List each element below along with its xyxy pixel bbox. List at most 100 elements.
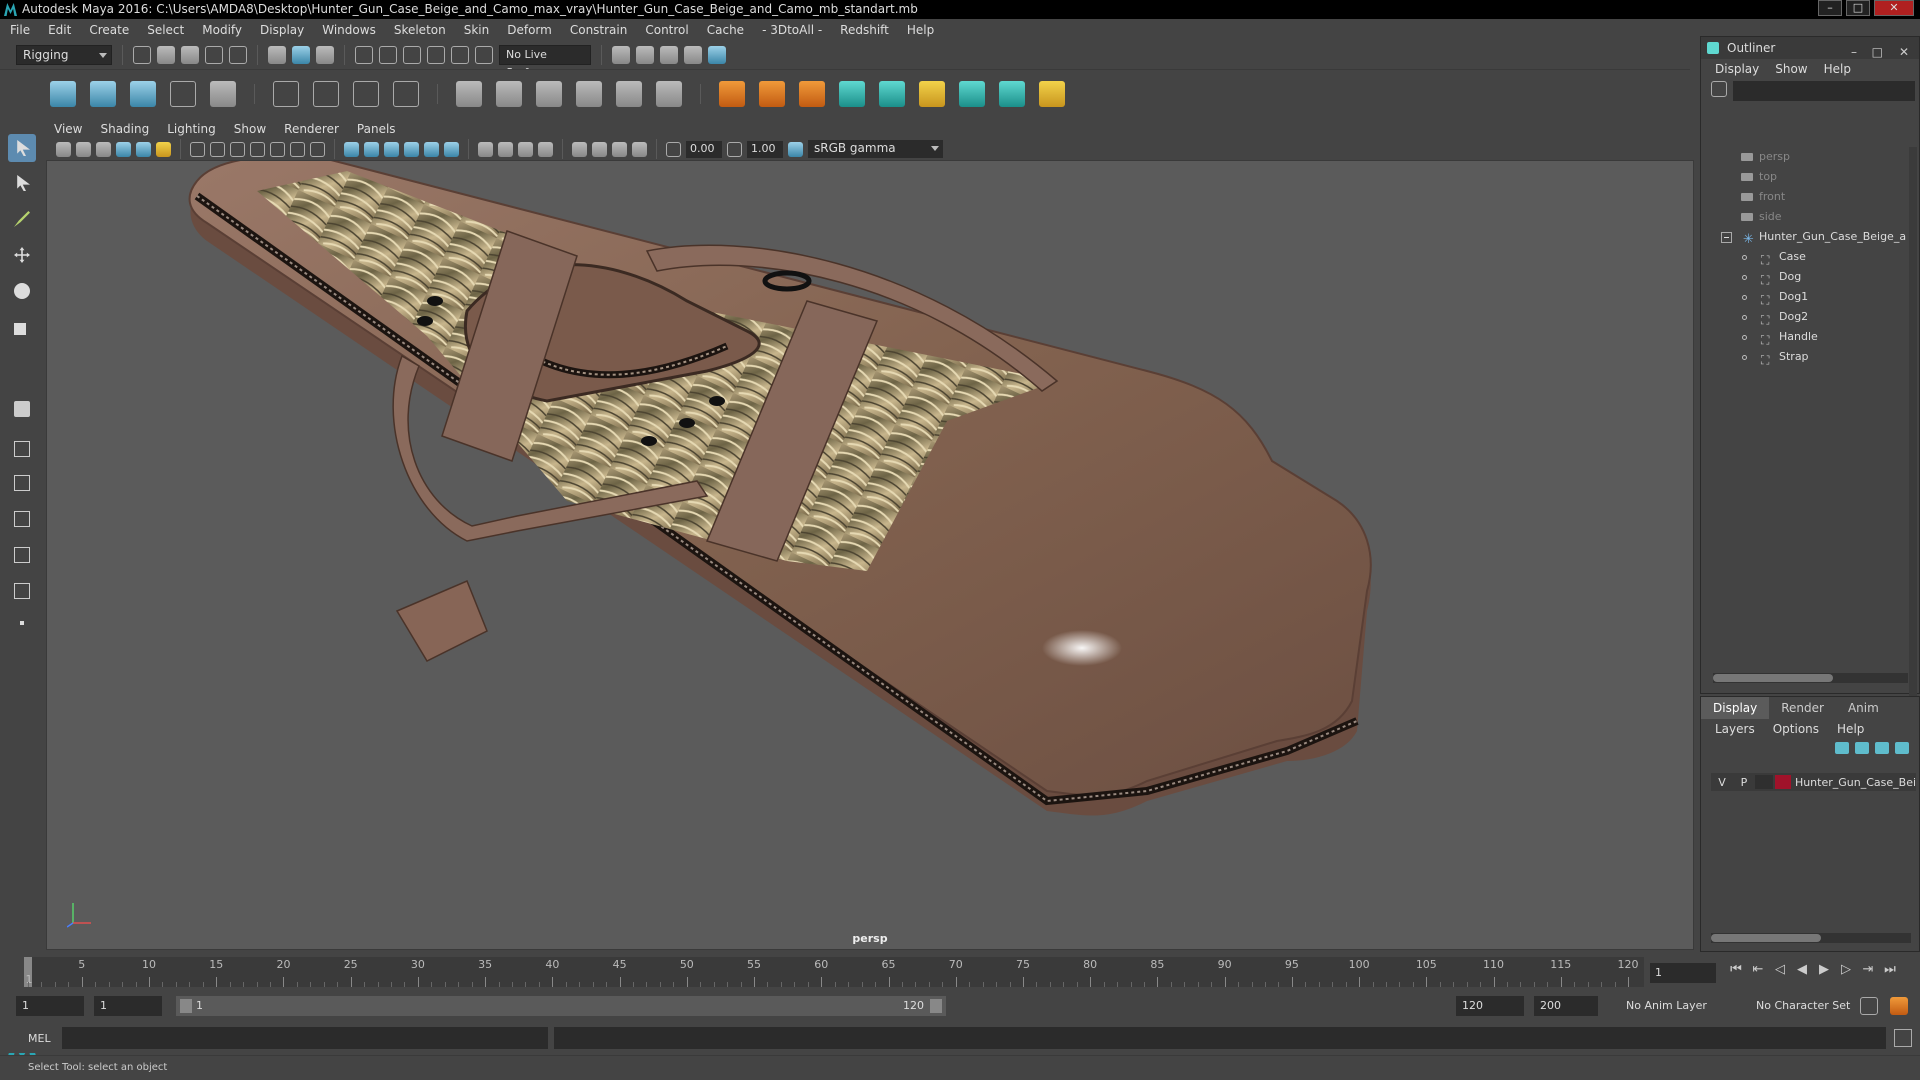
outliner-item-side[interactable]: side (1707, 207, 1907, 227)
scale-tool-icon[interactable] (8, 313, 36, 341)
menu-edit[interactable]: Edit (48, 23, 71, 37)
ik-spline-icon[interactable] (130, 80, 156, 107)
redo-icon[interactable] (229, 46, 247, 64)
outliner-horizontal-scrollbar[interactable] (1713, 673, 1908, 683)
move-tool-icon[interactable] (8, 241, 36, 269)
v-shape-icon[interactable] (1039, 80, 1065, 107)
redshift-icon-3[interactable] (999, 80, 1025, 107)
auto-key-icon[interactable] (1860, 997, 1878, 1015)
orient-constraint-icon[interactable] (496, 80, 522, 107)
new-layer-empty-icon[interactable] (1875, 742, 1889, 754)
live-surface-field[interactable]: No Live Surface (499, 45, 591, 79)
safe-title-icon[interactable] (310, 141, 325, 157)
snap-magnet-icon[interactable] (475, 46, 493, 64)
layout-four-view-icon[interactable] (8, 435, 36, 463)
panel-menu-show[interactable]: Show (234, 120, 266, 138)
save-scene-icon[interactable] (181, 46, 199, 64)
outliner-menu-show[interactable]: Show (1775, 59, 1807, 79)
select-hierarchy-icon[interactable] (268, 46, 286, 64)
play-backward-icon[interactable]: ◀ (1794, 962, 1810, 978)
motion-blur-icon[interactable] (498, 141, 513, 157)
xray-joints-icon[interactable] (612, 141, 627, 157)
layer-playback-toggle[interactable]: P (1733, 776, 1755, 789)
camera-select-icon[interactable] (56, 141, 71, 157)
gate-mask-icon[interactable] (250, 141, 265, 157)
rotate-tool-icon[interactable] (8, 277, 36, 305)
isolate-select-icon[interactable] (572, 141, 587, 157)
animation-end-field[interactable]: 200 (1534, 996, 1598, 1016)
redshift-icon-1[interactable] (839, 80, 865, 107)
layer-row[interactable]: V P Hunter_Gun_Case_Bei (1711, 773, 1916, 791)
tab-anim[interactable]: Anim (1836, 697, 1891, 719)
brush-icon[interactable] (959, 80, 985, 107)
ipr-render-icon[interactable] (660, 46, 678, 64)
outliner-item-dog1[interactable]: ⛶ Dog1 (1707, 287, 1907, 307)
parent-constraint-icon[interactable] (576, 80, 602, 107)
hik-icon[interactable] (799, 80, 825, 107)
menu-create[interactable]: Create (89, 23, 129, 37)
outliner-item-front[interactable]: front (1707, 187, 1907, 207)
panel-menu-panels[interactable]: Panels (357, 120, 396, 138)
animation-preferences-icon[interactable] (1890, 997, 1908, 1015)
tab-render[interactable]: Render (1769, 697, 1836, 719)
snap-grid-icon[interactable] (355, 46, 373, 64)
anti-aliasing-icon[interactable] (518, 141, 533, 157)
menu-cache[interactable]: Cache (707, 23, 744, 37)
layout-outliner-icon[interactable] (8, 505, 36, 533)
shadows-icon[interactable] (444, 141, 459, 157)
range-end-handle[interactable] (930, 999, 942, 1013)
playback-start-field[interactable]: 1 (94, 996, 162, 1016)
render-frame-icon[interactable] (636, 46, 654, 64)
bookmark-icon[interactable] (96, 141, 111, 157)
layer-menu-options[interactable]: Options (1773, 719, 1819, 739)
close-button[interactable]: ✕ (1874, 0, 1914, 16)
show-manipulator-icon[interactable] (8, 395, 36, 423)
layer-menu-help[interactable]: Help (1837, 719, 1864, 739)
panel-menu-lighting[interactable]: Lighting (167, 120, 216, 138)
panel-menu-shading[interactable]: Shading (100, 120, 149, 138)
layout-persp-graph-icon[interactable] (8, 577, 36, 605)
close-icon[interactable]: ✕ (1899, 41, 1909, 63)
mirror-joint-icon[interactable] (210, 80, 236, 107)
layer-color-swatch[interactable] (1774, 775, 1791, 789)
render-settings-icon[interactable] (684, 46, 702, 64)
screen-space-ao-icon[interactable] (478, 141, 493, 157)
select-object-icon[interactable] (292, 46, 310, 64)
scroll-thumb[interactable] (1711, 934, 1821, 942)
menu-deform[interactable]: Deform (507, 23, 552, 37)
move-layer-down-icon[interactable] (1855, 742, 1869, 754)
snap-curve-icon[interactable] (379, 46, 397, 64)
refresh-icon[interactable] (1711, 81, 1727, 97)
outliner-menu-help[interactable]: Help (1824, 59, 1851, 79)
tab-display[interactable]: Display (1701, 697, 1770, 719)
textured-icon[interactable] (404, 141, 419, 157)
step-forward-frame-icon[interactable]: ▷ (1838, 962, 1854, 978)
ik-handle-icon[interactable] (90, 80, 116, 107)
redshift-icon-2[interactable] (879, 80, 905, 107)
menu-windows[interactable]: Windows (322, 23, 376, 37)
go-to-start-icon[interactable]: ⏮ (1728, 962, 1744, 978)
menu-redshift[interactable]: Redshift (840, 23, 889, 37)
menu-modify[interactable]: Modify (202, 23, 242, 37)
snap-live-icon[interactable] (451, 46, 469, 64)
safe-action-icon[interactable] (290, 141, 305, 157)
outliner-item-dog[interactable]: ⛶ Dog (1707, 267, 1907, 287)
panel-menu-view[interactable]: View (54, 120, 82, 138)
ik-fk-icon[interactable] (759, 80, 785, 107)
playback-end-field[interactable]: 120 (1456, 996, 1524, 1016)
move-layer-up-icon[interactable] (1835, 742, 1849, 754)
menu-select[interactable]: Select (147, 23, 184, 37)
range-bar[interactable]: 1 120 (176, 996, 946, 1016)
layout-graph-icon[interactable] (8, 541, 36, 569)
layer-display-type-toggle[interactable] (1754, 775, 1773, 789)
snap-point-icon[interactable] (403, 46, 421, 64)
paint-weights-icon[interactable] (313, 80, 339, 107)
outliner-item-handle[interactable]: ⛶ Handle (1707, 327, 1907, 347)
outliner-item-dog2[interactable]: ⛶ Dog2 (1707, 307, 1907, 327)
field-chart-icon[interactable] (270, 141, 285, 157)
outliner-item-group[interactable]: ✳ Hunter_Gun_Case_Beige_a (1707, 227, 1907, 247)
anim-layer-dropdown[interactable]: No Anim Layer (1626, 999, 1707, 1012)
xray-components-icon[interactable] (632, 141, 647, 157)
maximize-button[interactable]: □ (1846, 0, 1870, 16)
menu-skin[interactable]: Skin (464, 23, 490, 37)
